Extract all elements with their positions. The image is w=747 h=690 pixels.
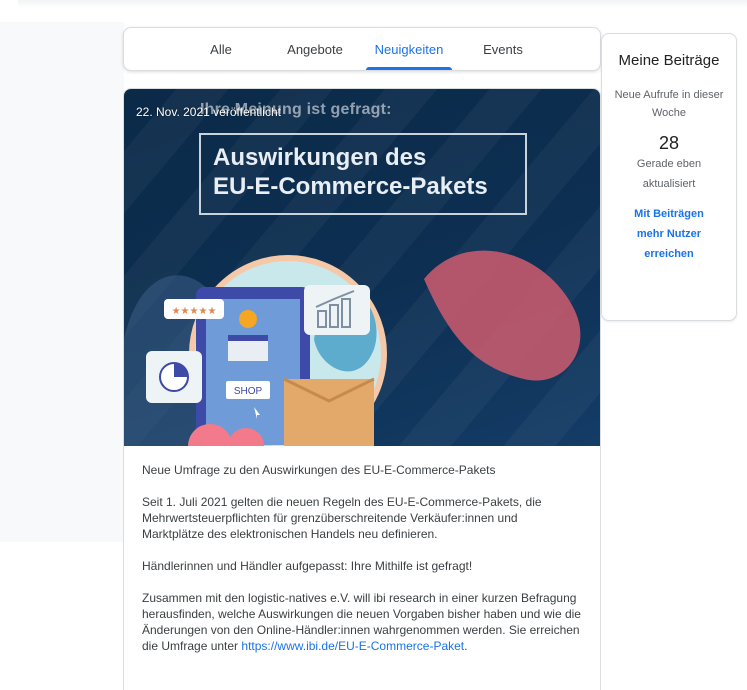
parcel-box-icon: [284, 379, 374, 446]
reach-more-users-link[interactable]: Mit Beiträgen mehr Nutzer erreichen: [602, 204, 736, 264]
page-top-divider: [18, 0, 747, 8]
storefront-awning: [228, 335, 268, 341]
hero-headline-line-1: Auswirkungen des: [213, 144, 427, 171]
tab-angebote[interactable]: Angebote: [268, 28, 362, 70]
post-filter-tabs: Alle Angebote Neuigkeiten Events: [123, 27, 601, 71]
my-posts-card: Meine Beiträge Neue Aufrufe in dieser Wo…: [601, 33, 737, 321]
post-paragraph-1: Neue Umfrage zu den Auswirkungen des EU-…: [142, 463, 496, 477]
my-posts-title: Meine Beiträge: [618, 52, 720, 69]
post-date: 22. Nov. 2021 veröffentlicht: [136, 105, 281, 119]
decor-blob-right: [424, 250, 581, 381]
tab-neuigkeiten[interactable]: Neuigkeiten: [362, 28, 456, 70]
post-paragraph-2: Seit 1. Juli 2021 gelten die neuen Regel…: [142, 495, 542, 541]
tab-alle[interactable]: Alle: [174, 28, 268, 70]
hero-headline-box: Auswirkungen des EU-E-Commerce-Pakets: [199, 133, 527, 215]
post-paragraph-4-end: .: [464, 639, 468, 653]
star-rating-icon: ★★★★★: [172, 306, 217, 317]
post-paragraph-3: Händlerinnen und Händler aufgepasst: Ihr…: [142, 559, 473, 573]
left-background-panel: [0, 22, 124, 542]
post-hero-image[interactable]: SHOP ★★★★★ Ihre Meinung ist gefragt: 22.…: [124, 89, 600, 446]
hero-headline-line-2: EU-E-Commerce-Pakets: [213, 173, 488, 200]
new-views-label: Neue Aufrufe in dieser Woche: [614, 89, 724, 119]
post-body: Neue Umfrage zu den Auswirkungen des EU-…: [124, 446, 600, 654]
survey-link[interactable]: https://www.ibi.de/EU-E-Commerce-Paket: [241, 639, 464, 653]
shop-label: SHOP: [234, 386, 263, 397]
sun-icon: [239, 310, 257, 328]
post-paragraph-4: Zusammen mit den logistic-natives e.V. w…: [142, 590, 582, 654]
news-post-card: SHOP ★★★★★ Ihre Meinung ist gefragt: 22.…: [123, 88, 601, 690]
tab-events[interactable]: Events: [456, 28, 550, 70]
new-views-count: 28: [658, 133, 680, 153]
updated-status: Gerade eben aktualisiert: [636, 158, 702, 190]
